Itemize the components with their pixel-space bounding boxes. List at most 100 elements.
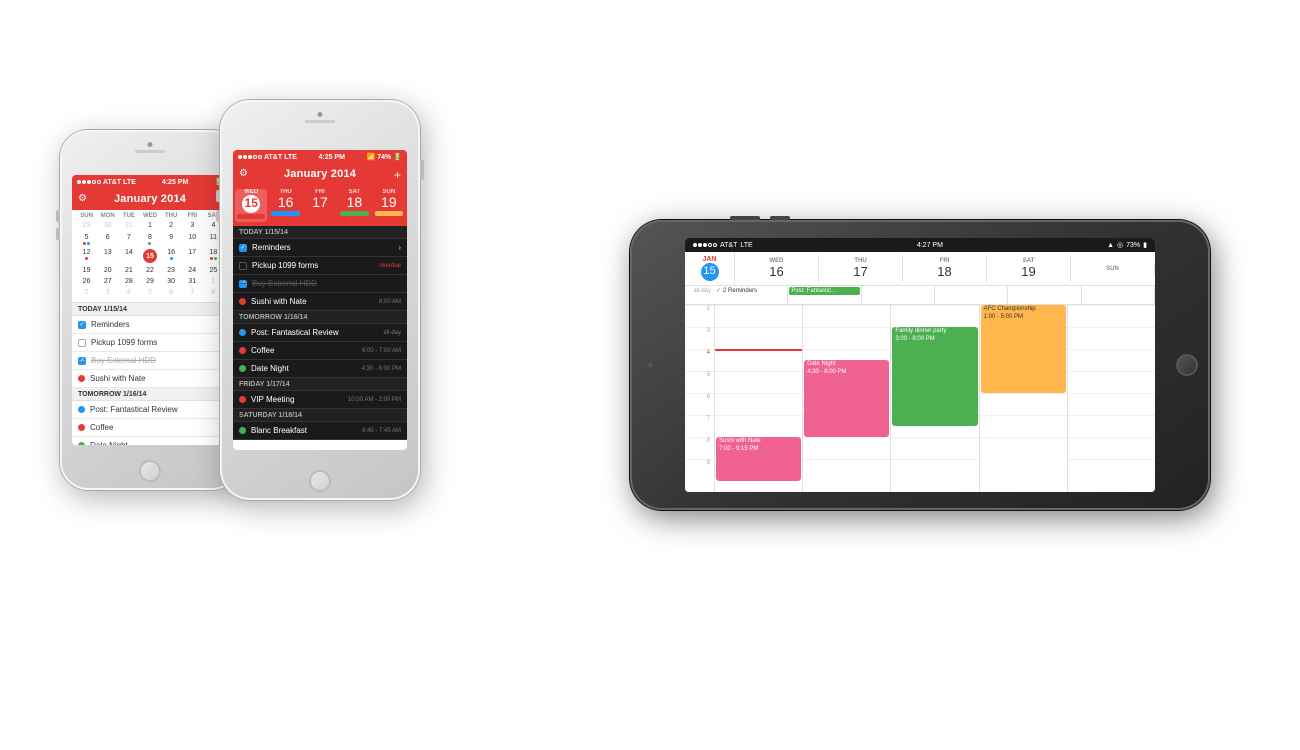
cell (803, 459, 890, 481)
phone2-screen: AT&T LTE 4:25 PM 📶 74% 🔋 ⚙ January 2014 … (233, 150, 407, 450)
cal-day[interactable]: 29 (76, 221, 97, 231)
cb-hdd-p2[interactable]: ✓ (239, 280, 247, 288)
item-label: Date Night (251, 364, 289, 373)
list-item-hdd-p1[interactable]: ✓ Buy External HDD (72, 352, 228, 370)
list-vip-p2[interactable]: VIP Meeting 10:00 AM - 2:00 PM (233, 391, 407, 409)
checkbox-1099[interactable] (78, 339, 86, 347)
list-item-1099-p1[interactable]: Pickup 1099 forms (72, 334, 228, 352)
cal-day[interactable]: 16 (161, 248, 182, 264)
list-date-night-p2[interactable]: Date Night 4:30 - 8:00 PM (233, 360, 407, 378)
list-item-sushi-p1[interactable]: Sushi with Nate (72, 370, 228, 388)
list-sushi-p2[interactable]: Sushi with Nate 8:00 AM (233, 293, 407, 311)
event-bar (375, 211, 403, 216)
cal-day[interactable]: 22 (139, 266, 160, 275)
cal-day-today[interactable]: 15 (139, 248, 160, 264)
list-item-date-night-p1[interactable]: Date Night (72, 437, 228, 445)
list-1099-p2[interactable]: Pickup 1099 forms overdue (233, 257, 407, 275)
cal-day[interactable]: 28 (118, 277, 139, 286)
cal-day[interactable]: 10 (182, 233, 203, 246)
list-item-reminders-p1[interactable]: ✓ Reminders (72, 316, 228, 334)
list-post-p2[interactable]: Post: Fantastical Review all-day (233, 324, 407, 342)
item-label: Pickup 1099 forms (91, 338, 157, 347)
list-hdd-p2[interactable]: ✓ Buy External HDD (233, 275, 407, 293)
checkbox-hdd[interactable]: ✓ (78, 357, 86, 365)
lw-sat[interactable]: SAT 19 (987, 255, 1071, 283)
gear-icon-p1[interactable]: ⚙ (78, 193, 87, 204)
list-coffee-p2[interactable]: Coffee 6:00 - 7:00 AM (233, 342, 407, 360)
cb-reminders-p2[interactable]: ✓ (239, 244, 247, 252)
cal-day[interactable]: 31 (182, 277, 203, 286)
lw-sun[interactable]: SUN (1071, 263, 1155, 275)
week-day-wed[interactable]: WED 15 (235, 189, 267, 222)
week-day-fri[interactable]: FRI 17 (304, 189, 336, 222)
week-day-sat[interactable]: SAT 18 (338, 189, 370, 222)
cal-day[interactable]: 21 (118, 266, 139, 275)
post-event[interactable]: Post: Fantastic... (789, 287, 859, 295)
dot-coffee (78, 424, 85, 431)
cal-day[interactable]: 3 (97, 288, 118, 297)
dot-date-night (78, 442, 85, 445)
cal-day[interactable]: 8 (139, 233, 160, 246)
plus-button-p2[interactable]: + (394, 168, 401, 182)
cal-day[interactable]: 6 (161, 288, 182, 297)
afc-event[interactable]: AFC Championship1:00 - 5:00 PM (981, 305, 1066, 393)
home-button-p1[interactable] (139, 460, 161, 482)
list-item-coffee-p1[interactable]: Coffee (72, 419, 228, 437)
time-4: 4 (685, 349, 714, 371)
lw-fri[interactable]: FRI 18 (903, 255, 987, 283)
home-button-p2[interactable] (309, 470, 331, 492)
cal-day[interactable]: 24 (182, 266, 203, 275)
checkbox-reminders[interactable]: ✓ (78, 321, 86, 329)
cal-day[interactable]: 30 (97, 221, 118, 231)
cal-day[interactable]: 30 (161, 277, 182, 286)
item-label: Blanc Breakfast (251, 426, 307, 435)
cal-day[interactable]: 7 (118, 233, 139, 246)
cal-day[interactable]: 4 (118, 288, 139, 297)
cal-day[interactable]: 2 (161, 221, 182, 231)
cal-day[interactable]: 31 (118, 221, 139, 231)
dot3 (87, 180, 91, 184)
cal-day[interactable]: 9 (161, 233, 182, 246)
cal-day[interactable]: 5 (139, 288, 160, 297)
cal-day[interactable]: 14 (118, 248, 139, 264)
gear-icon-p2[interactable]: ⚙ (239, 168, 248, 179)
cal-day[interactable]: 2 (76, 288, 97, 297)
cal-day[interactable]: 7 (182, 288, 203, 297)
list-blanc-p2[interactable]: Blanc Breakfast 8:45 - 7:45 AM (233, 422, 407, 440)
family-dinner-event[interactable]: Family dinner party3:00 - 8:00 PM (892, 327, 977, 426)
dot-post-p2 (239, 329, 246, 336)
list-reminders-p2[interactable]: ✓ Reminders › (233, 239, 407, 257)
week-day-thu[interactable]: THU 16 (269, 189, 301, 222)
cal-day[interactable]: 26 (76, 277, 97, 286)
cal-day[interactable]: 17 (182, 248, 203, 264)
cell (1068, 437, 1155, 459)
cb-1099-p2[interactable] (239, 262, 247, 270)
lw-wed[interactable]: WED 16 (735, 255, 819, 283)
cal-day[interactable]: 3 (182, 221, 203, 231)
date-night-event[interactable]: Date Night4:30 - 8:00 PM (804, 360, 889, 437)
list-item-post-p1[interactable]: Post: Fantastical Review (72, 401, 228, 419)
camera-phone3 (648, 363, 653, 368)
cal-day[interactable]: 13 (97, 248, 118, 264)
item-label: Post: Fantastical Review (90, 405, 178, 414)
cell (891, 437, 978, 459)
home-button-p3[interactable] (1176, 354, 1198, 376)
lw-thu[interactable]: THU 17 (819, 255, 903, 283)
phone3: AT&T LTE 4:27 PM ▲ ◎ 73% ▮ JAN 15 (630, 220, 1210, 510)
week-day-sun[interactable]: SUN 19 (373, 189, 405, 222)
cell (715, 327, 802, 349)
network-p2: LTE (284, 154, 297, 161)
cal-day[interactable]: 12 (76, 248, 97, 264)
cal-day[interactable]: 29 (139, 277, 160, 286)
cal-day[interactable]: 19 (76, 266, 97, 275)
cal-day[interactable]: 23 (161, 266, 182, 275)
cell (1068, 349, 1155, 371)
speaker-phone2 (305, 120, 335, 123)
cal-day[interactable]: 5 (76, 233, 97, 246)
wifi-p3: ▲ (1107, 242, 1114, 249)
cal-day[interactable]: 27 (97, 277, 118, 286)
cal-day[interactable]: 1 (139, 221, 160, 231)
cal-day[interactable]: 6 (97, 233, 118, 246)
sushi-event[interactable]: Sushi with Nate7:00 - 9:15 PM (716, 437, 801, 481)
cal-day[interactable]: 20 (97, 266, 118, 275)
